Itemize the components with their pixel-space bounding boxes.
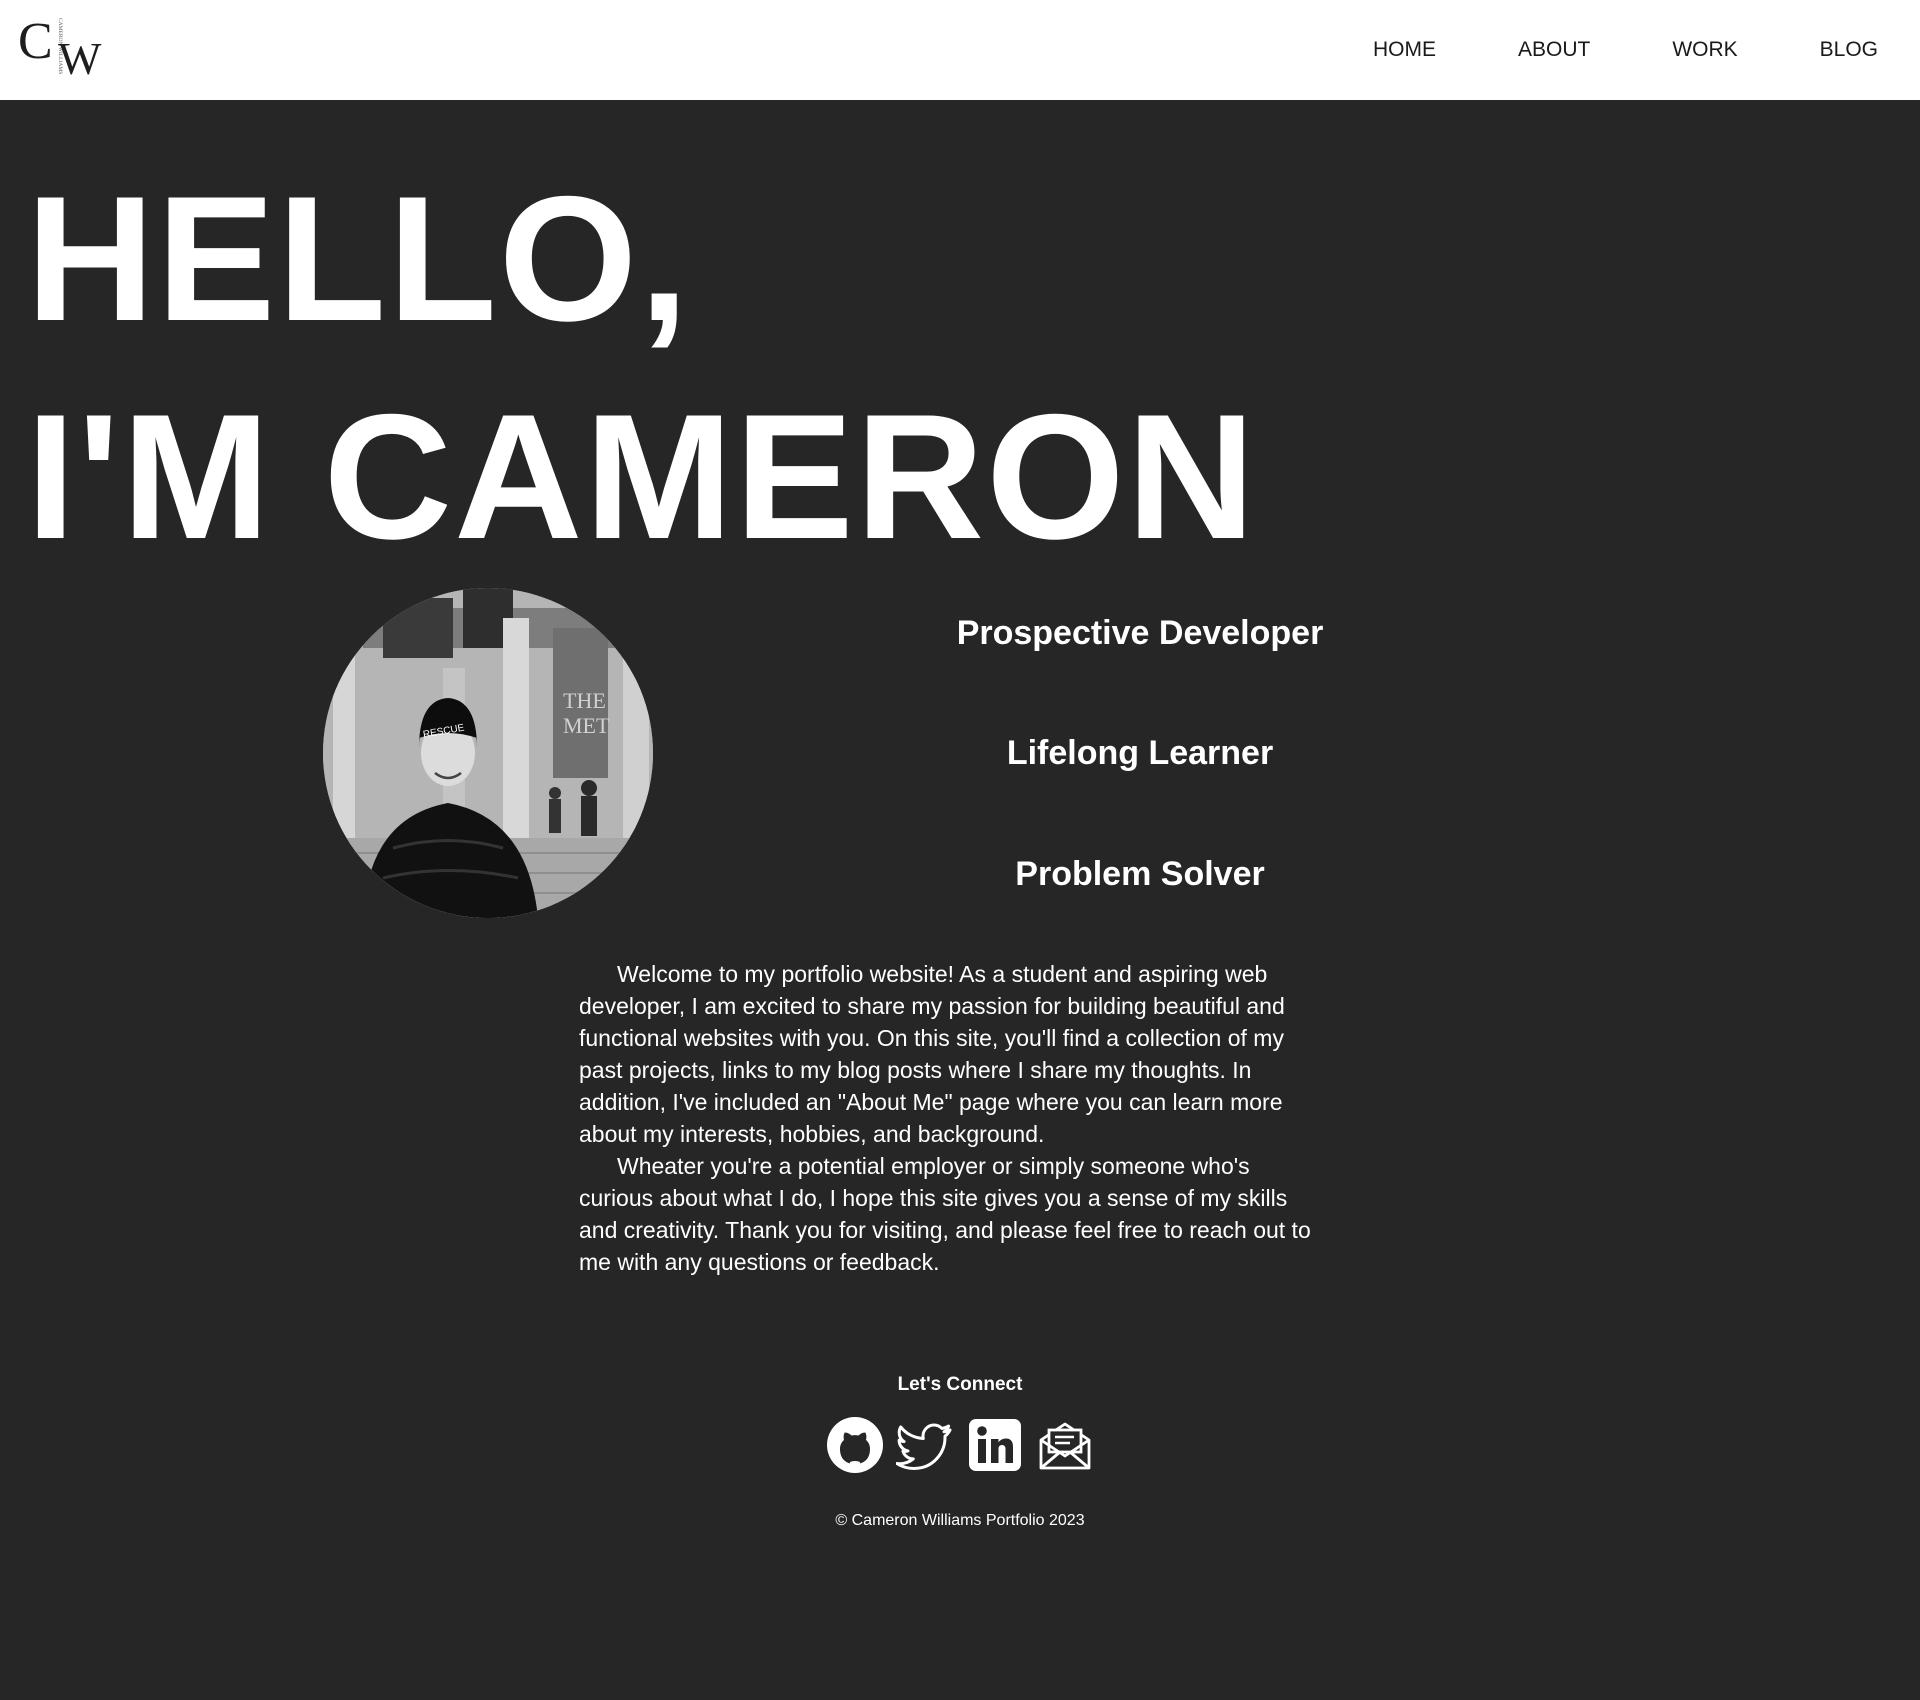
- nav-work[interactable]: WORK: [1672, 38, 1737, 62]
- email-icon[interactable]: [1036, 1416, 1094, 1474]
- linkedin-icon[interactable]: [966, 1416, 1024, 1474]
- main-nav: HOME ABOUT WORK BLOG: [1373, 0, 1920, 100]
- site-logo[interactable]: C CAMERON WILLIAMS W: [18, 16, 101, 84]
- hero-name: I'M CAMERON: [26, 377, 1258, 576]
- intro-text: Welcome to my portfolio website! As a st…: [579, 958, 1321, 1278]
- tagline-solver: Problem Solver: [1015, 855, 1265, 893]
- hero-greeting: HELLO,: [26, 159, 691, 358]
- profile-photo-illustration: THE MET RESCUE: [323, 588, 653, 918]
- svg-text:THE: THE: [563, 688, 606, 713]
- profile-photo: THE MET RESCUE: [323, 588, 653, 918]
- svg-text:MET: MET: [563, 713, 610, 738]
- nav-home[interactable]: HOME: [1373, 38, 1436, 62]
- tagline-learner: Lifelong Learner: [1006, 734, 1274, 772]
- intro-paragraph: Welcome to my portfolio website! As a st…: [579, 961, 1285, 1147]
- nav-blog[interactable]: BLOG: [1820, 38, 1878, 62]
- social-links: [826, 1415, 1096, 1475]
- logo-letter-w: W: [58, 33, 102, 84]
- twitter-icon[interactable]: [896, 1416, 954, 1474]
- connect-heading: Let's Connect: [897, 1374, 1023, 1395]
- nav-about[interactable]: ABOUT: [1518, 38, 1590, 62]
- site-header: C CAMERON WILLIAMS W HOME ABOUT WORK BLO…: [0, 0, 1920, 100]
- intro-paragraph: Wheater you're a potential employer or s…: [579, 1153, 1311, 1275]
- tagline-developer: Prospective Developer: [956, 614, 1324, 652]
- github-icon[interactable]: [826, 1416, 884, 1474]
- copyright-text: © Cameron Williams Portfolio 2023: [835, 1512, 1085, 1529]
